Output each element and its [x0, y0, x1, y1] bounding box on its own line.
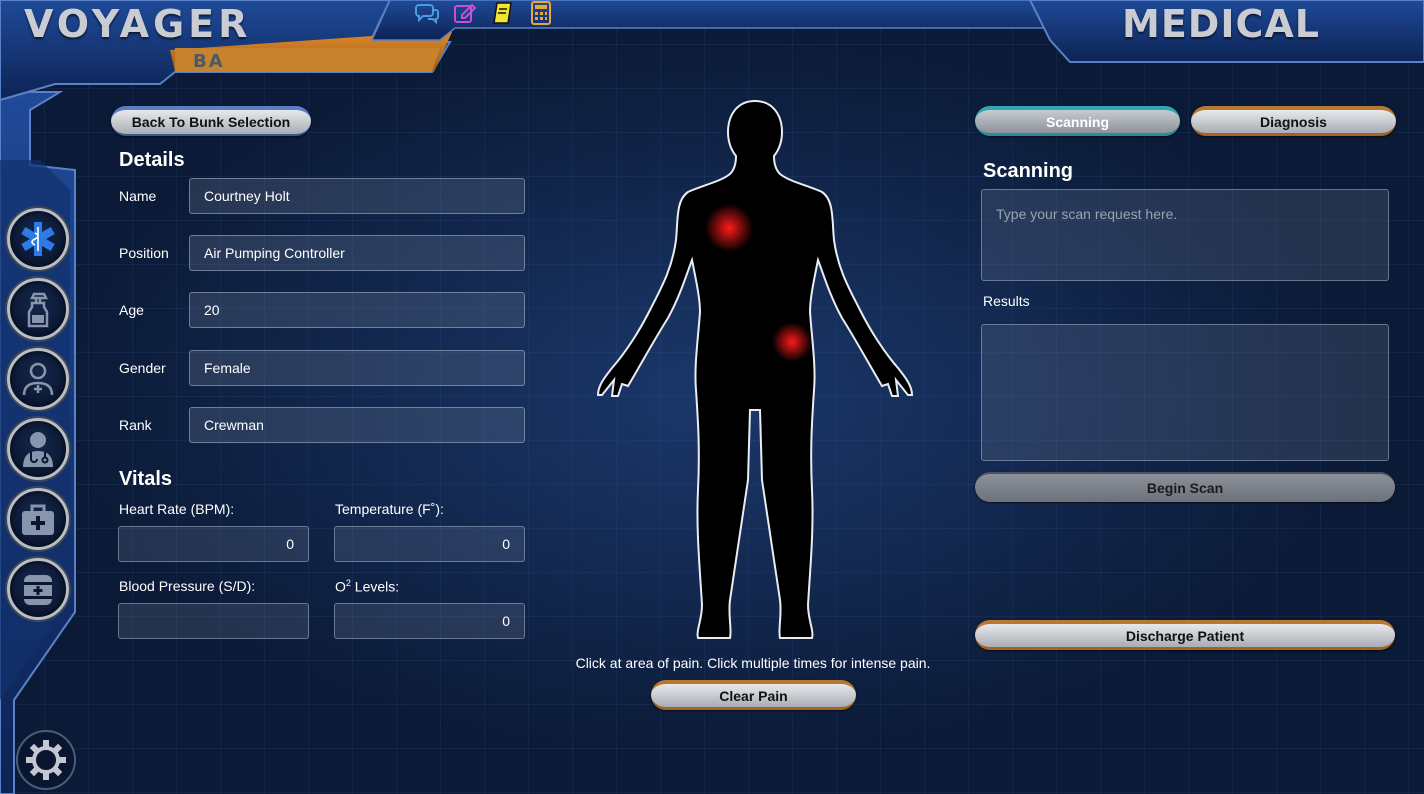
station-label: BA — [193, 51, 225, 72]
chat-icon[interactable] — [414, 0, 440, 26]
medical-canister-icon — [24, 575, 52, 605]
pain-hint: Click at area of pain. Click multiple ti… — [575, 655, 931, 671]
spray-bottle-icon — [27, 292, 49, 328]
o2-label-rest: Levels: — [350, 578, 400, 595]
pain-marker[interactable] — [705, 204, 753, 252]
back-to-bunk-button[interactable]: Back To Bunk Selection — [111, 106, 311, 136]
settings-button[interactable] — [16, 730, 76, 790]
vitals-heading: Vitals — [119, 468, 172, 490]
position-label: Position — [119, 245, 169, 261]
pain-marker[interactable] — [772, 322, 812, 362]
nav-firstaid-button[interactable] — [7, 488, 69, 550]
medical-star-icon — [21, 222, 55, 256]
nav-admit-button[interactable] — [7, 348, 69, 410]
o2-label-text: O — [335, 578, 346, 595]
blood-pressure-label: Blood Pressure (S/D): — [119, 578, 256, 594]
nav-doctor-button[interactable] — [7, 418, 69, 480]
results-output — [981, 324, 1389, 461]
heart-rate-input[interactable]: 0 — [118, 526, 309, 562]
o2-input[interactable]: 0 — [334, 603, 525, 639]
temperature-label: Temperature (F˚): — [335, 501, 444, 517]
calculator-icon[interactable] — [528, 0, 554, 26]
o2-label: O2 Levels: — [335, 578, 399, 595]
tab-diagnosis[interactable]: Diagnosis — [1191, 106, 1396, 136]
doctor-icon — [23, 432, 53, 467]
temperature-input[interactable]: 0 — [334, 526, 525, 562]
blood-pressure-input[interactable] — [118, 603, 309, 639]
top-toolbar — [414, 0, 554, 26]
position-field[interactable]: Air Pumping Controller — [189, 235, 525, 271]
settings-icon — [26, 740, 66, 780]
brand-title: VOYAGER — [24, 2, 252, 46]
nav-sanitation-button[interactable] — [7, 278, 69, 340]
patient-add-icon — [22, 362, 54, 396]
notes-icon[interactable] — [490, 0, 516, 26]
rank-field[interactable]: Crewman — [189, 407, 525, 443]
name-label: Name — [119, 188, 157, 204]
section-title: MEDICAL — [1122, 2, 1320, 46]
edit-icon[interactable] — [452, 0, 478, 26]
body-silhouette[interactable] — [596, 99, 914, 639]
begin-scan-button[interactable]: Begin Scan — [975, 472, 1395, 502]
clear-pain-button[interactable]: Clear Pain — [651, 680, 856, 710]
gender-field[interactable]: Female — [189, 350, 525, 386]
name-field[interactable]: Courtney Holt — [189, 178, 525, 214]
tab-scanning[interactable]: Scanning — [975, 106, 1180, 136]
age-label: Age — [119, 302, 144, 318]
discharge-patient-button[interactable]: Discharge Patient — [975, 620, 1395, 650]
heart-rate-label: Heart Rate (BPM): — [119, 501, 235, 517]
rank-label: Rank — [119, 417, 152, 433]
scan-request-input[interactable]: Type your scan request here. — [981, 189, 1389, 281]
first-aid-kit-icon — [22, 504, 54, 535]
scanning-heading: Scanning — [983, 160, 1074, 182]
nav-supplies-button[interactable] — [7, 558, 69, 620]
details-heading: Details — [119, 149, 185, 171]
gender-label: Gender — [119, 360, 166, 376]
body-diagram[interactable] — [560, 90, 950, 660]
age-field[interactable]: 20 — [189, 292, 525, 328]
nav-medical-button[interactable] — [7, 208, 69, 270]
results-label: Results — [983, 293, 1030, 309]
